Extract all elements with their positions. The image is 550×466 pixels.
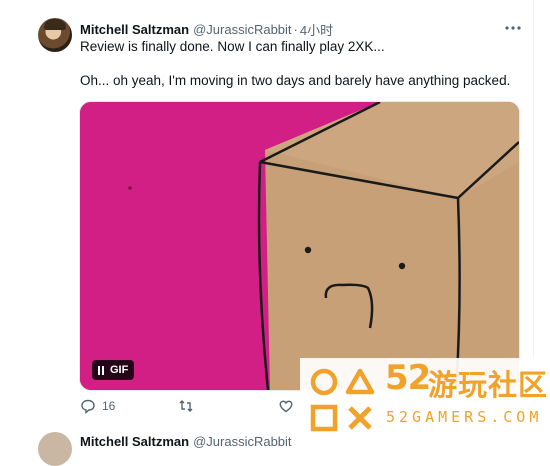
header-separator: · bbox=[293, 21, 298, 37]
cardboard-box-illustration bbox=[80, 102, 519, 390]
gif-badge[interactable]: GIF bbox=[92, 360, 135, 380]
site-watermark: 52 游玩社区 52GAMERS.COM bbox=[300, 358, 550, 442]
reply-icon bbox=[81, 399, 95, 414]
retweet-icon bbox=[179, 400, 193, 412]
retweet-button[interactable] bbox=[178, 398, 200, 414]
watermark-url: 52GAMERS.COM bbox=[386, 408, 543, 426]
author-handle[interactable]: @JurassicRabbit bbox=[193, 22, 291, 37]
pause-icon bbox=[98, 365, 104, 375]
more-options-icon[interactable] bbox=[502, 18, 524, 38]
gif-badge-label: GIF bbox=[110, 364, 129, 376]
next-tweet-avatar[interactable] bbox=[38, 432, 72, 466]
watermark-title: 游玩社区 bbox=[428, 370, 549, 402]
heart-icon bbox=[279, 400, 293, 413]
author-name[interactable]: Mitchell Saltzman bbox=[80, 22, 189, 37]
timestamp[interactable]: 4小时 bbox=[300, 20, 333, 39]
tweet-header: Mitchell Saltzman @JurassicRabbit · 4小时 bbox=[80, 20, 333, 38]
tweet-text-line-2: Oh... oh yeah, I'm moving in two days an… bbox=[80, 73, 511, 88]
tweet-media-gif[interactable]: GIF bbox=[79, 101, 520, 391]
tweet-text-line-1: Review is finally done. Now I can finall… bbox=[80, 39, 385, 54]
reply-count: 16 bbox=[102, 399, 116, 413]
avatar[interactable] bbox=[38, 18, 72, 52]
like-button[interactable] bbox=[278, 398, 300, 414]
reply-button[interactable]: 16 bbox=[80, 398, 115, 414]
watermark-number: 52 bbox=[385, 358, 431, 398]
controller-buttons-logo bbox=[310, 368, 375, 432]
